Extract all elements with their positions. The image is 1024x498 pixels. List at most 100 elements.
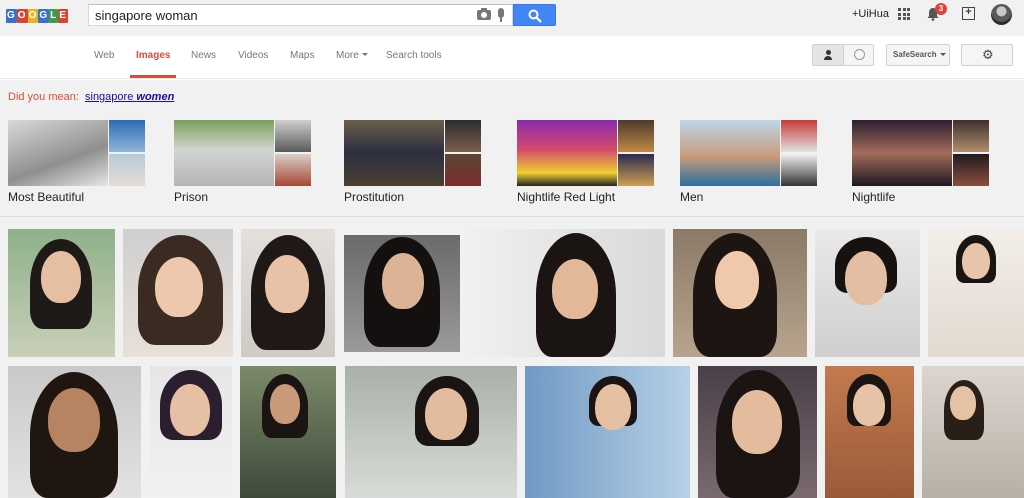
- image-face: [48, 388, 100, 452]
- image-result[interactable]: [8, 229, 115, 357]
- image-result[interactable]: [673, 229, 807, 357]
- image-result[interactable]: [150, 366, 232, 498]
- image-face: [170, 384, 210, 436]
- related-image-small: [953, 120, 989, 152]
- image-result[interactable]: [698, 366, 817, 498]
- related-label[interactable]: Men: [680, 190, 703, 204]
- related-image-small: [445, 154, 481, 186]
- image-face: [265, 255, 309, 313]
- top-bar: G O O G L E +UiHua 3 +: [0, 0, 1024, 36]
- image-result[interactable]: [345, 366, 517, 498]
- image-face: [962, 243, 990, 279]
- image-result[interactable]: [815, 229, 920, 357]
- related-label[interactable]: Most Beautiful: [8, 190, 84, 204]
- image-face: [270, 384, 300, 424]
- related-image-main: [344, 120, 444, 186]
- related-image-main: [680, 120, 780, 186]
- related-label[interactable]: Prison: [174, 190, 208, 204]
- suggestion-link[interactable]: singapore women: [85, 91, 174, 103]
- related-image-small: [618, 120, 654, 152]
- image-result[interactable]: [240, 366, 336, 498]
- search-input[interactable]: [95, 7, 465, 23]
- tab-more-label: More: [336, 50, 359, 61]
- related-image-main: [174, 120, 274, 186]
- chevron-down-icon: [361, 53, 368, 56]
- related-image-main: [852, 120, 952, 186]
- image-result[interactable]: [525, 366, 690, 498]
- did-you-mean-label: Did you mean:: [8, 91, 79, 103]
- related-image-main: [517, 120, 617, 186]
- image-result[interactable]: [8, 366, 141, 498]
- notification-count-badge: 3: [935, 3, 947, 15]
- related-image-small: [109, 120, 145, 152]
- image-face: [732, 390, 782, 454]
- tab-videos[interactable]: Videos: [238, 50, 268, 61]
- image-result[interactable]: [241, 229, 335, 357]
- related-image-small: [953, 154, 989, 186]
- search-button[interactable]: [513, 4, 556, 26]
- microphone-icon[interactable]: [498, 8, 504, 22]
- results-area: Did you mean: singapore women Most Beaut…: [0, 80, 1024, 498]
- image-face: [155, 257, 203, 317]
- suggestion-term: singapore: [85, 91, 134, 103]
- google-logo[interactable]: G O O G L E: [6, 9, 74, 23]
- logo-letter: G: [6, 9, 17, 23]
- view-toggle: [812, 44, 874, 66]
- related-label[interactable]: Nightlife Red Light: [517, 190, 615, 204]
- image-result[interactable]: [825, 366, 914, 498]
- related-search-men[interactable]: [680, 120, 820, 190]
- did-you-mean: Did you mean: singapore women: [8, 91, 174, 103]
- section-divider: [0, 216, 1024, 217]
- tab-web[interactable]: Web: [94, 50, 114, 61]
- related-search-nightlife[interactable]: [852, 120, 992, 190]
- related-search-nightlife-red-light[interactable]: [517, 120, 657, 190]
- tab-search-tools[interactable]: Search tools: [386, 50, 442, 61]
- image-face: [715, 251, 759, 309]
- globe-icon: [853, 49, 865, 60]
- safesearch-dropdown[interactable]: SafeSearch: [886, 44, 950, 66]
- related-label[interactable]: Prostitution: [344, 190, 404, 204]
- related-search-most-beautiful[interactable]: [8, 120, 148, 190]
- related-image-small: [275, 154, 311, 186]
- tab-images[interactable]: Images: [136, 50, 170, 61]
- chevron-down-icon: [939, 53, 946, 56]
- share-plus-icon[interactable]: +: [962, 7, 975, 20]
- safesearch-label: SafeSearch: [893, 50, 937, 59]
- logo-letter: E: [58, 9, 68, 23]
- tab-news[interactable]: News: [191, 50, 216, 61]
- search-box: [88, 4, 513, 26]
- tab-more[interactable]: More: [336, 50, 368, 61]
- image-face: [552, 259, 598, 319]
- person-icon: [824, 50, 832, 60]
- image-face: [845, 251, 887, 305]
- image-face: [950, 386, 976, 420]
- logo-letter: G: [38, 9, 50, 23]
- logo-letter: O: [27, 9, 39, 23]
- search-icon: [528, 9, 542, 23]
- image-result[interactable]: [344, 235, 460, 352]
- avatar[interactable]: [991, 4, 1012, 25]
- related-search-prison[interactable]: [174, 120, 314, 190]
- image-face: [41, 251, 81, 303]
- related-image-small: [781, 154, 817, 186]
- related-image-small: [445, 120, 481, 152]
- related-image-small: [618, 154, 654, 186]
- view-globe-button[interactable]: [844, 45, 874, 65]
- tab-maps[interactable]: Maps: [290, 50, 314, 61]
- image-result[interactable]: [922, 366, 1024, 498]
- image-result[interactable]: [123, 229, 233, 357]
- related-search-prostitution[interactable]: [344, 120, 484, 190]
- image-result[interactable]: [468, 229, 665, 357]
- camera-icon[interactable]: [477, 8, 491, 20]
- image-result[interactable]: [928, 229, 1024, 357]
- image-face: [853, 384, 885, 426]
- settings-button[interactable]: ⚙: [961, 44, 1013, 66]
- image-face: [595, 384, 631, 430]
- related-image-small: [275, 120, 311, 152]
- related-image-small: [109, 154, 145, 186]
- user-name-link[interactable]: +UiHua: [852, 8, 889, 20]
- image-face: [425, 388, 467, 440]
- view-people-button[interactable]: [813, 45, 844, 65]
- apps-grid-icon[interactable]: [898, 8, 910, 20]
- related-label[interactable]: Nightlife: [852, 190, 895, 204]
